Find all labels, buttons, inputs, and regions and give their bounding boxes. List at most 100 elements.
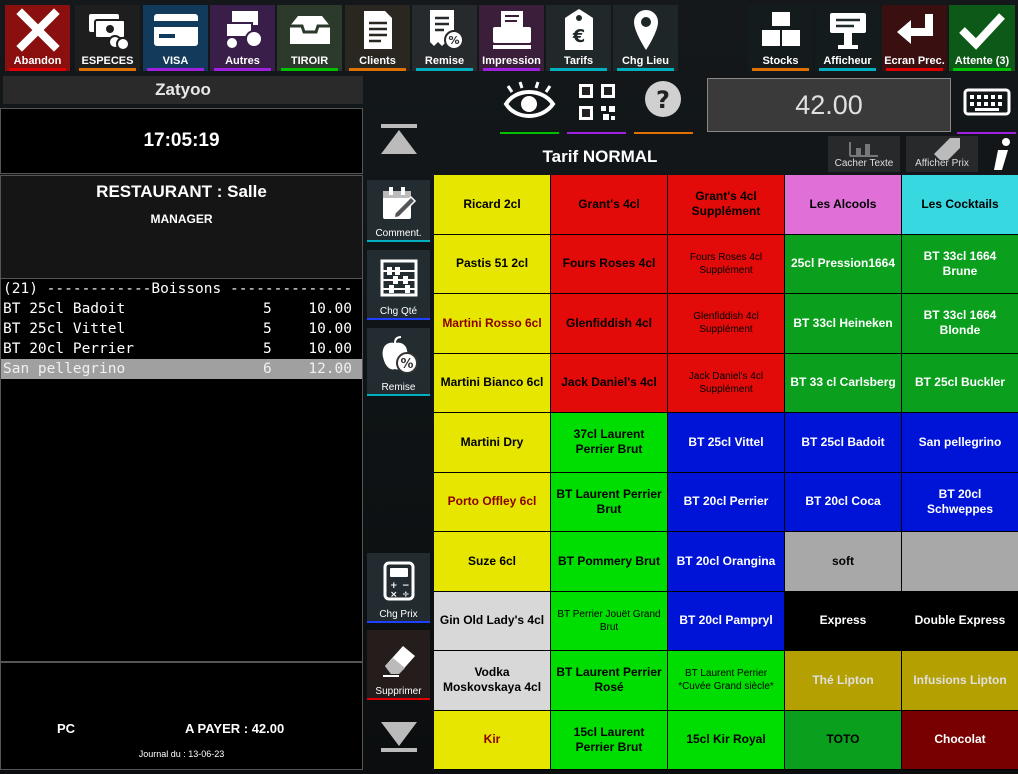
product-button[interactable]: Jack Daniel's 4cl	[551, 353, 667, 412]
product-button[interactable]: Glenfiddish 4cl Supplément	[668, 294, 784, 353]
product-button[interactable]: 25cl Pression1664	[785, 234, 901, 293]
side-remise-button[interactable]: % Remise	[367, 328, 430, 396]
product-button[interactable]: Ricard 2cl	[434, 175, 550, 234]
clients-button[interactable]: Clients	[345, 5, 410, 71]
show-price-button[interactable]: Afficher Prix	[906, 136, 978, 172]
visa-label: VISA	[162, 55, 189, 67]
tarif-label: Tarif NORMAL	[542, 147, 658, 166]
chart-icon	[849, 142, 878, 157]
chg-prix-button[interactable]: + − × ÷ Chg Prix	[367, 553, 430, 623]
view-button[interactable]	[498, 78, 561, 134]
product-button[interactable]: San pellegrino	[902, 413, 1018, 472]
product-button[interactable]: Les Cocktails	[902, 175, 1018, 234]
product-button[interactable]: BT 25cl Badoit	[785, 413, 901, 472]
product-button[interactable]: TOTO	[785, 710, 901, 769]
amount-display: 42.00	[707, 78, 951, 132]
remise-button[interactable]: % Remise	[412, 5, 477, 71]
product-button[interactable]: Vodka Moskovskaya 4cl	[434, 651, 550, 710]
location-box: RESTAURANT : Salle MANAGER	[0, 175, 363, 279]
product-button[interactable]: BT 33cl 1664 Brune	[902, 234, 1018, 293]
product-button[interactable]: Martini Rosso 6cl	[434, 294, 550, 353]
product-button[interactable]: Infusions Lipton	[902, 651, 1018, 710]
ecran-prec-button[interactable]: Ecran Prec.	[882, 5, 947, 71]
checkmark-icon	[959, 13, 1005, 50]
ticket-row[interactable]: BT 25cl Badoit 5 10.00	[1, 299, 362, 319]
product-button[interactable]: Porto Offley 6cl	[434, 472, 550, 531]
ticket-list[interactable]: (21) ------------Boissons --------------…	[0, 279, 363, 662]
tiroir-label: TIROIR	[290, 55, 329, 67]
product-button[interactable]: Kir	[434, 710, 550, 769]
product-button[interactable]: Glenfiddish 4cl	[551, 294, 667, 353]
visa-button[interactable]: VISA	[143, 5, 208, 71]
ticket-row[interactable]: BT 25cl Vittel 5 10.00	[1, 319, 362, 339]
product-button[interactable]: Grant's 4cl Supplément	[668, 175, 784, 234]
qr-code-button[interactable]	[565, 78, 628, 134]
product-button[interactable]: BT 33cl Heineken	[785, 294, 901, 353]
scroll-up-button[interactable]	[367, 108, 430, 174]
product-button[interactable]: BT 20cl Pampryl	[668, 591, 784, 650]
autres-label: Autres	[225, 55, 260, 67]
product-button[interactable]: 15cl Kir Royal	[668, 710, 784, 769]
supprimer-button[interactable]: Supprimer	[367, 630, 430, 700]
afficheur-label: Afficheur	[823, 55, 872, 67]
keyboard-button[interactable]	[955, 78, 1018, 134]
product-button[interactable]: Martini Dry	[434, 413, 550, 472]
impression-button[interactable]: Impression	[479, 5, 544, 71]
chg-lieu-button[interactable]: Chg Lieu	[613, 5, 678, 71]
info-button[interactable]	[984, 134, 1018, 174]
product-button[interactable]: Double Express	[902, 591, 1018, 650]
impression-label: Impression	[482, 55, 541, 67]
discount-receipt-icon: %	[429, 10, 464, 50]
comment-button[interactable]: Comment.	[367, 180, 430, 242]
chg-qte-button[interactable]: Chg Qté	[367, 250, 430, 320]
hide-text-label: Cacher Texte	[834, 158, 894, 169]
attente-button[interactable]: Attente (3)	[949, 5, 1015, 71]
cash-icon	[88, 14, 130, 50]
abandon-button[interactable]: Abandon	[5, 5, 70, 71]
credit-card-icon	[153, 14, 198, 46]
product-button[interactable]: Gin Old Lady's 4cl	[434, 591, 550, 650]
product-button[interactable]: BT Pommery Brut	[551, 532, 667, 591]
product-button[interactable]: BT 20cl Coca	[785, 472, 901, 531]
especes-button[interactable]: ESPECES	[75, 5, 140, 71]
location-pin-icon	[633, 10, 658, 50]
calendar-edit-icon	[382, 187, 416, 219]
product-button[interactable]: Fours Roses 4cl	[551, 234, 667, 293]
product-button[interactable]: Les Alcools	[785, 175, 901, 234]
product-button[interactable]: Fours Roses 4cl Supplément	[668, 234, 784, 293]
product-button[interactable]: BT 33cl 1664 Blonde	[902, 294, 1018, 353]
product-button[interactable]: Express	[785, 591, 901, 650]
product-button[interactable]: BT 20cl Perrier	[668, 472, 784, 531]
autres-button[interactable]: Autres	[210, 5, 275, 71]
product-button[interactable]: BT 20cl Orangina	[668, 532, 784, 591]
product-button[interactable]: BT Laurent Perrier *Cuvée Grand siècle*	[668, 651, 784, 710]
product-button[interactable]: Pastis 51 2cl	[434, 234, 550, 293]
hide-text-button[interactable]: Cacher Texte	[828, 136, 900, 172]
product-button[interactable]: Suze 6cl	[434, 532, 550, 591]
product-button[interactable]: BT 33 cl Carlsberg	[785, 353, 901, 412]
product-button[interactable]: BT Laurent Perrier Brut	[551, 472, 667, 531]
product-button[interactable]: 15cl Laurent Perrier Brut	[551, 710, 667, 769]
tarifs-button[interactable]: € Tarifs	[546, 5, 611, 71]
ticket-row-selected[interactable]: San pellegrino 6 12.00	[1, 359, 362, 379]
product-button[interactable]: 37cl Laurent Perrier Brut	[551, 413, 667, 472]
scroll-down-button[interactable]	[367, 704, 430, 770]
product-button[interactable]: Thé Lipton	[785, 651, 901, 710]
help-button[interactable]: ?	[632, 78, 695, 134]
afficheur-button[interactable]: Afficheur	[815, 5, 880, 71]
product-button[interactable]: Jack Daniel's 4cl Supplément	[668, 353, 784, 412]
product-button[interactable]: BT Perrier Jouët Grand Brut	[551, 591, 667, 650]
apple-discount-icon: %	[382, 336, 418, 374]
ticket-row[interactable]: BT 20cl Perrier 5 10.00	[1, 339, 362, 359]
product-button[interactable]: BT 25cl Buckler	[902, 353, 1018, 412]
product-button[interactable]: Martini Bianco 6cl	[434, 353, 550, 412]
product-button[interactable]: BT 25cl Vittel	[668, 413, 784, 472]
product-button[interactable]: soft	[785, 532, 901, 591]
product-button[interactable]: BT 20cl Schweppes	[902, 472, 1018, 531]
product-button[interactable]: Chocolat	[902, 710, 1018, 769]
stocks-button[interactable]: Stocks	[748, 5, 813, 71]
product-button[interactable]: Grant's 4cl	[551, 175, 667, 234]
product-button[interactable]: BT Laurent Perrier Rosé	[551, 651, 667, 710]
arrow-up-icon	[380, 123, 417, 154]
tiroir-button[interactable]: TIROIR	[277, 5, 342, 71]
